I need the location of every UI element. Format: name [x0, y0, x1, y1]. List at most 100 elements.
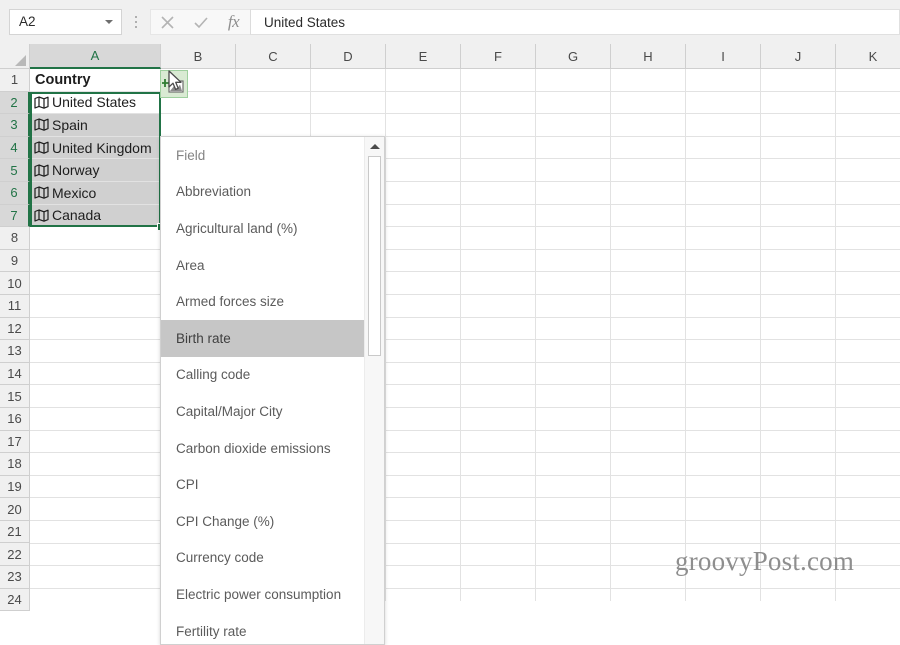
cell-J12[interactable] [761, 318, 836, 341]
cell-F7[interactable] [461, 205, 536, 228]
cell-E18[interactable] [386, 453, 461, 476]
row-header-3[interactable]: 3 [0, 114, 30, 137]
cell-A22[interactable] [30, 544, 161, 567]
cell-G9[interactable] [536, 250, 611, 273]
cell-E1[interactable] [386, 69, 461, 92]
cell-F21[interactable] [461, 521, 536, 544]
row-header-8[interactable]: 8 [0, 227, 30, 250]
cell-K10[interactable] [836, 272, 900, 295]
cell-K5[interactable] [836, 159, 900, 182]
cell-A12[interactable] [30, 318, 161, 341]
cell-F16[interactable] [461, 408, 536, 431]
cell-G10[interactable] [536, 272, 611, 295]
cell-E24[interactable] [386, 589, 461, 601]
field-dropdown-item-currency-code[interactable]: Currency code [161, 540, 364, 577]
cell-F9[interactable] [461, 250, 536, 273]
row-header-15[interactable]: 15 [0, 385, 30, 408]
cell-I11[interactable] [686, 295, 761, 318]
cell-F10[interactable] [461, 272, 536, 295]
row-header-13[interactable]: 13 [0, 340, 30, 363]
cell-H21[interactable] [611, 521, 686, 544]
field-dropdown-item-area[interactable]: Area [161, 247, 364, 284]
cell-H19[interactable] [611, 476, 686, 499]
cell-K9[interactable] [836, 250, 900, 273]
field-dropdown-item-cpi-change[interactable]: CPI Change (%) [161, 503, 364, 540]
column-header-k[interactable]: K [836, 44, 900, 69]
cell-E13[interactable] [386, 340, 461, 363]
row-header-1[interactable]: 1 [0, 69, 30, 92]
cell-F11[interactable] [461, 295, 536, 318]
cell-G14[interactable] [536, 363, 611, 386]
check-icon[interactable] [184, 10, 217, 34]
cell-F5[interactable] [461, 159, 536, 182]
cell-G11[interactable] [536, 295, 611, 318]
field-dropdown-item-fertility-rate[interactable]: Fertility rate [161, 613, 364, 645]
cell-A16[interactable] [30, 408, 161, 431]
cell-H6[interactable] [611, 182, 686, 205]
cell-I14[interactable] [686, 363, 761, 386]
cell-H1[interactable] [611, 69, 686, 92]
cell-G12[interactable] [536, 318, 611, 341]
cell-G17[interactable] [536, 431, 611, 454]
cell-H17[interactable] [611, 431, 686, 454]
cell-G2[interactable] [536, 92, 611, 115]
cell-A18[interactable] [30, 453, 161, 476]
cell-K15[interactable] [836, 385, 900, 408]
cell-E6[interactable] [386, 182, 461, 205]
cell-H5[interactable] [611, 159, 686, 182]
cell-I10[interactable] [686, 272, 761, 295]
formula-bar-grip[interactable] [127, 9, 145, 35]
cell-A13[interactable] [30, 340, 161, 363]
cell-K3[interactable] [836, 114, 900, 137]
cell-J7[interactable] [761, 205, 836, 228]
row-header-21[interactable]: 21 [0, 521, 30, 544]
cell-C1[interactable] [236, 69, 311, 92]
column-header-j[interactable]: J [761, 44, 836, 69]
cell-G19[interactable] [536, 476, 611, 499]
cell-K18[interactable] [836, 453, 900, 476]
cell-A6[interactable]: Mexico [30, 182, 161, 205]
cell-H12[interactable] [611, 318, 686, 341]
field-dropdown-item-agricultural-land[interactable]: Agricultural land (%) [161, 210, 364, 247]
cell-D1[interactable] [311, 69, 386, 92]
row-header-18[interactable]: 18 [0, 453, 30, 476]
cell-H14[interactable] [611, 363, 686, 386]
cell-I2[interactable] [686, 92, 761, 115]
cell-E16[interactable] [386, 408, 461, 431]
cell-J3[interactable] [761, 114, 836, 137]
cell-K4[interactable] [836, 137, 900, 160]
cell-J5[interactable] [761, 159, 836, 182]
cell-G8[interactable] [536, 227, 611, 250]
cell-J20[interactable] [761, 498, 836, 521]
cell-E19[interactable] [386, 476, 461, 499]
row-header-22[interactable]: 22 [0, 543, 30, 566]
cell-J24[interactable] [761, 589, 836, 601]
cell-G7[interactable] [536, 205, 611, 228]
cell-H10[interactable] [611, 272, 686, 295]
cell-E8[interactable] [386, 227, 461, 250]
cell-K16[interactable] [836, 408, 900, 431]
cell-G4[interactable] [536, 137, 611, 160]
cell-G18[interactable] [536, 453, 611, 476]
cell-A10[interactable] [30, 272, 161, 295]
chevron-down-icon[interactable] [104, 10, 116, 34]
cell-K17[interactable] [836, 431, 900, 454]
cell-A24[interactable] [30, 589, 161, 601]
cell-J16[interactable] [761, 408, 836, 431]
cell-D2[interactable] [311, 92, 386, 115]
cell-I6[interactable] [686, 182, 761, 205]
cell-I13[interactable] [686, 340, 761, 363]
cell-A19[interactable] [30, 476, 161, 499]
cell-K2[interactable] [836, 92, 900, 115]
chevron-up-icon[interactable] [365, 137, 384, 155]
cell-F2[interactable] [461, 92, 536, 115]
cell-I17[interactable] [686, 431, 761, 454]
cell-E4[interactable] [386, 137, 461, 160]
cell-J18[interactable] [761, 453, 836, 476]
cell-I19[interactable] [686, 476, 761, 499]
cell-I3[interactable] [686, 114, 761, 137]
cell-K11[interactable] [836, 295, 900, 318]
row-header-2[interactable]: 2 [0, 92, 30, 115]
cell-K20[interactable] [836, 498, 900, 521]
cell-I24[interactable] [686, 589, 761, 601]
